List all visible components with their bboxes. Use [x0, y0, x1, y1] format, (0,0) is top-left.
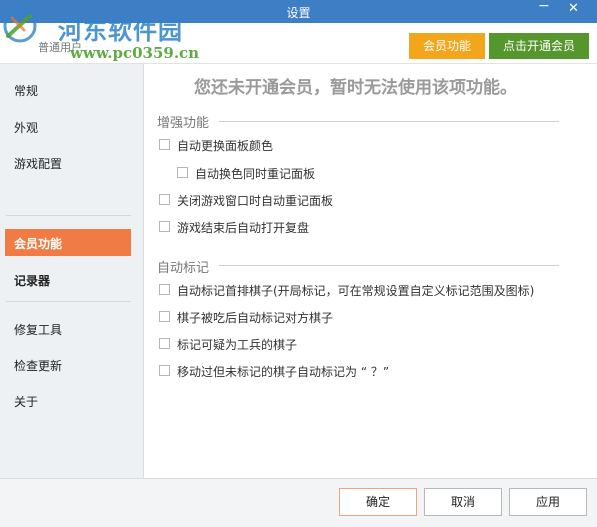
sidebar-item-general[interactable]: 常规 — [14, 82, 38, 99]
title-bar: 设置 − ✕ — [0, 0, 597, 23]
sidebar-item-member[interactable]: 会员功能 — [5, 229, 131, 256]
ok-button[interactable]: 确定 — [339, 488, 417, 516]
minimize-icon[interactable]: − — [538, 0, 550, 14]
option-label: 自动标记首排棋子(开局标记，可在常规设置自定义标记范围及图标) — [177, 284, 535, 298]
dialog-footer: 确定 取消 应用 — [0, 478, 597, 527]
sidebar-divider — [6, 215, 131, 216]
section-title-enhanced: 增强功能 — [157, 116, 210, 131]
sidebar-item-appearance[interactable]: 外观 — [14, 119, 38, 136]
apply-button[interactable]: 应用 — [509, 488, 587, 516]
membership-notice: 您还未开通会员，暂时无法使用该项功能。 — [194, 78, 517, 98]
sidebar-divider — [6, 301, 131, 302]
close-icon[interactable]: ✕ — [568, 1, 579, 16]
window-title: 设置 — [286, 6, 311, 20]
option-label: 移动过但未标记的棋子自动标记为 “ ？” — [177, 365, 390, 379]
option-label: 自动更换面板颜色 — [177, 139, 274, 153]
checkbox-icon[interactable] — [159, 194, 170, 205]
sidebar-item-check-update[interactable]: 检查更新 — [14, 357, 62, 374]
checkbox-icon[interactable] — [159, 139, 170, 150]
option-label: 棋子被吃后自动标记对方棋子 — [177, 311, 334, 325]
checkbox-icon[interactable] — [159, 284, 170, 295]
sidebar-item-recorder[interactable]: 记录器 — [14, 272, 50, 289]
checkbox-icon[interactable] — [159, 221, 170, 232]
option-label: 自动换色同时重记面板 — [195, 167, 316, 181]
sidebar: 常规 外观 游戏配置 会员功能 记录器 修复工具 检查更新 关于 — [0, 64, 144, 478]
option-label: 标记可疑为工兵的棋子 — [177, 338, 298, 352]
settings-panel: 您还未开通会员，暂时无法使用该项功能。 增强功能 自动更换面板颜色 自动换色同时… — [144, 64, 597, 478]
option-label: 游戏结束后自动打开复盘 — [177, 221, 310, 235]
checkbox-icon[interactable] — [159, 365, 170, 376]
checkbox-icon[interactable] — [177, 167, 188, 178]
sidebar-item-about[interactable]: 关于 — [14, 393, 38, 410]
sidebar-item-game-config[interactable]: 游戏配置 — [14, 155, 62, 172]
cancel-button[interactable]: 取消 — [424, 488, 502, 516]
checkbox-icon[interactable] — [159, 338, 170, 349]
open-membership-button[interactable]: 点击开通会员 — [489, 33, 589, 59]
checkbox-icon[interactable] — [159, 311, 170, 322]
section-divider — [219, 265, 559, 266]
section-title-auto-mark: 自动标记 — [157, 261, 210, 276]
section-divider — [219, 121, 559, 122]
member-features-button[interactable]: 会员功能 — [409, 33, 485, 59]
user-type-label: 普通用户 — [38, 41, 82, 54]
option-label: 关闭游戏窗口时自动重记面板 — [177, 194, 334, 208]
sidebar-item-repair-tools[interactable]: 修复工具 — [14, 321, 62, 338]
sidebar-item-label: 会员功能 — [14, 237, 63, 251]
